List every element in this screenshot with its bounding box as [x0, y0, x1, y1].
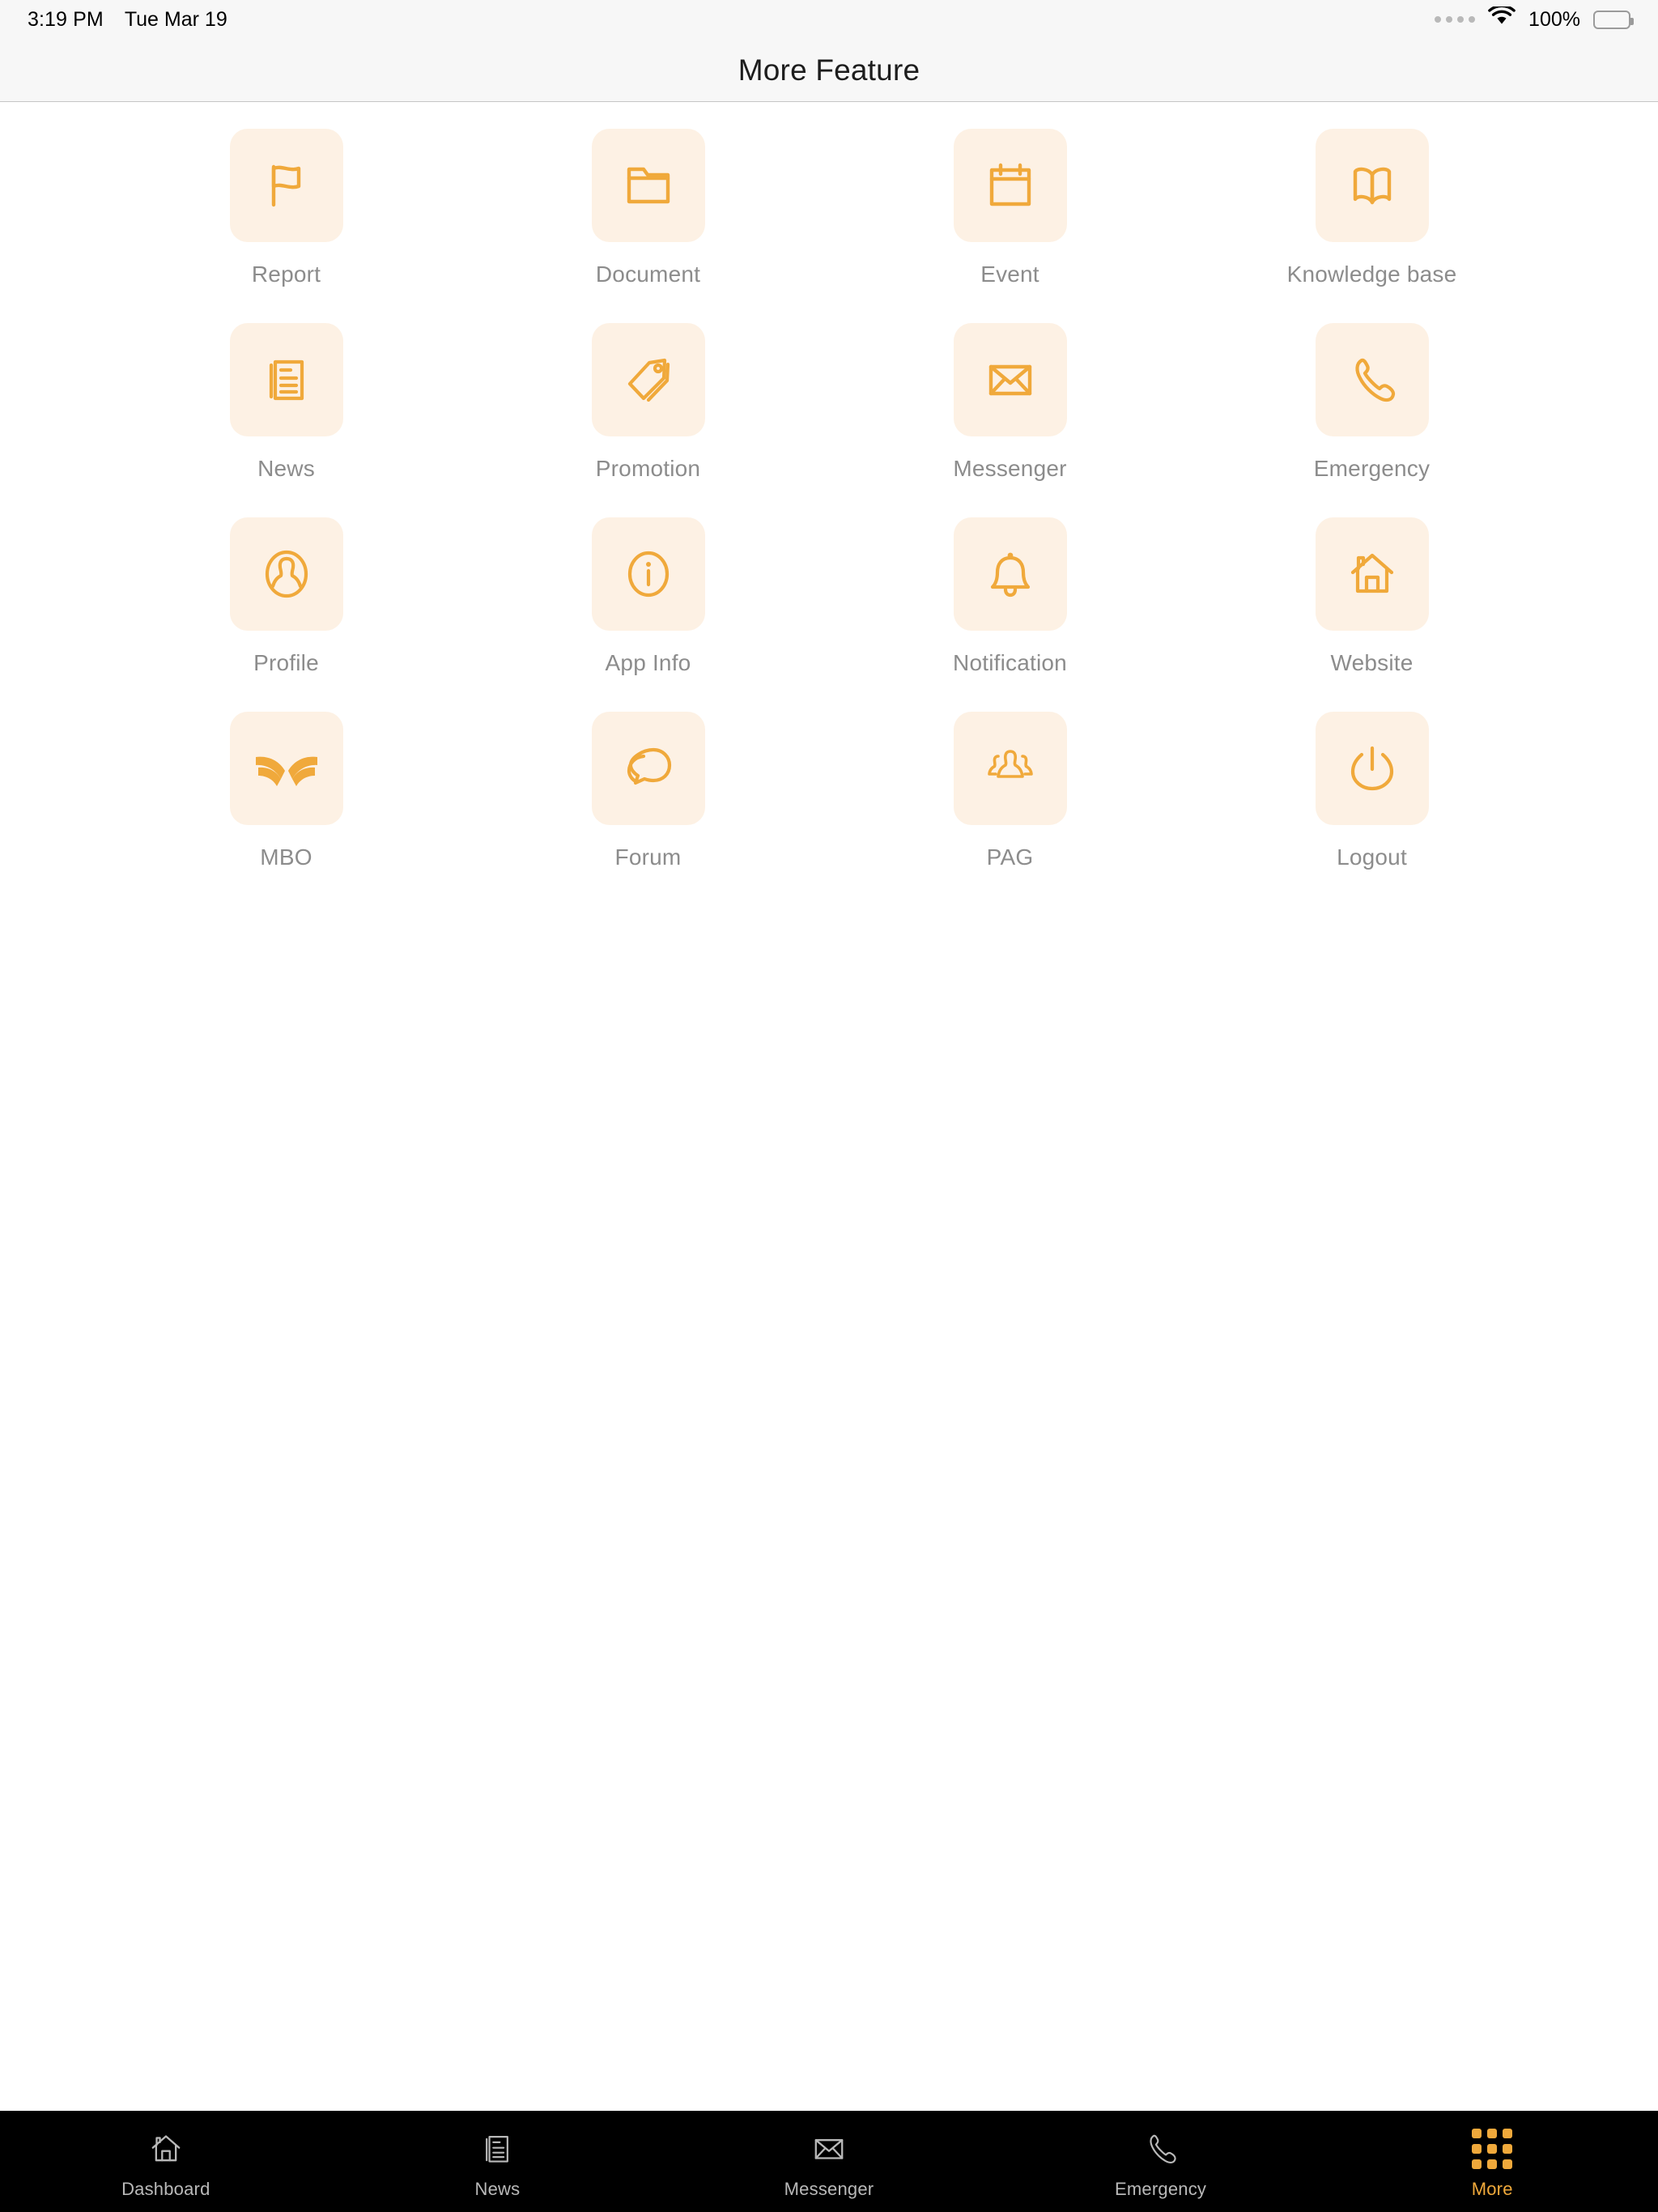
feature-label: MBO [260, 844, 312, 870]
status-bar-time: 3:19 PM [28, 7, 104, 31]
feature-label: App Info [605, 650, 691, 675]
feature-item-document[interactable]: Document [467, 129, 829, 323]
tab-label: Emergency [1115, 2178, 1207, 2199]
feature-label: Website [1330, 650, 1414, 675]
house-icon [1315, 517, 1429, 631]
tab-messenger[interactable]: Messenger [663, 2111, 995, 2212]
feature-label: Notification [953, 650, 1067, 675]
tab-label: Messenger [784, 2178, 874, 2199]
newspaper-icon [477, 2129, 517, 2169]
feature-item-pag[interactable]: PAG [829, 712, 1191, 906]
group-people-icon [953, 712, 1067, 825]
newspaper-icon [229, 323, 343, 436]
feature-item-knowledge-base[interactable]: Knowledge base [1191, 129, 1553, 323]
open-book-icon [1315, 129, 1429, 242]
status-bar-left: 3:19 PM Tue Mar 19 [28, 8, 227, 32]
tab-label: More [1471, 2178, 1513, 2199]
feature-item-event[interactable]: Event [829, 129, 1191, 323]
mbo-wings-logo-icon [229, 712, 343, 825]
battery-full-icon [1593, 10, 1634, 29]
tab-more[interactable]: More [1326, 2111, 1658, 2212]
feature-item-forum[interactable]: Forum [467, 712, 829, 906]
feature-item-messenger[interactable]: Messenger [829, 323, 1191, 517]
grid-dots-icon [1472, 2128, 1513, 2169]
feature-item-profile[interactable]: Profile [105, 517, 467, 712]
navigation-bar: More Feature [0, 39, 1658, 102]
feature-grid: Report Document Event Knowledge base New… [0, 103, 1658, 906]
feature-item-notification[interactable]: Notification [829, 517, 1191, 712]
feature-label: Event [980, 262, 1039, 287]
bell-icon [953, 517, 1067, 631]
feature-label: Messenger [953, 456, 1067, 481]
feature-label: Document [595, 262, 701, 287]
tab-emergency[interactable]: Emergency [995, 2111, 1327, 2212]
battery-percent-label: 100% [1528, 7, 1580, 31]
feature-item-emergency[interactable]: Emergency [1191, 323, 1553, 517]
phone-icon [1141, 2129, 1181, 2169]
envelope-icon [953, 323, 1067, 436]
person-oval-icon [229, 517, 343, 631]
info-icon [591, 517, 705, 631]
tab-label: Dashboard [121, 2178, 210, 2199]
feature-label: Emergency [1313, 456, 1431, 481]
status-bar-right: 100% [1435, 4, 1634, 32]
activity-dots-icon [1435, 16, 1476, 23]
wifi-icon [1488, 4, 1516, 32]
feature-label: Knowledge base [1286, 262, 1457, 287]
status-bar-date: Tue Mar 19 [124, 7, 227, 31]
feature-item-website[interactable]: Website [1191, 517, 1553, 712]
feature-item-app-info[interactable]: App Info [467, 517, 829, 712]
calendar-icon [953, 129, 1067, 242]
power-icon [1315, 712, 1429, 825]
tab-news[interactable]: News [332, 2111, 664, 2212]
folder-icon [591, 129, 705, 242]
page-title: More Feature [738, 53, 920, 87]
feature-label: Forum [614, 844, 682, 870]
phone-icon [1315, 323, 1429, 436]
app-root: 3:19 PM Tue Mar 19 100% More Feature Rep… [0, 0, 1658, 2212]
feature-item-report[interactable]: Report [105, 129, 467, 323]
feature-label: Profile [253, 650, 319, 675]
status-bar: 3:19 PM Tue Mar 19 100% [0, 0, 1658, 39]
feature-label: News [257, 456, 315, 481]
tab-label: News [474, 2178, 521, 2199]
envelope-icon [809, 2129, 849, 2169]
tab-dashboard[interactable]: Dashboard [0, 2111, 332, 2212]
feature-label: Promotion [595, 456, 701, 481]
tab-bar: Dashboard News Messenger Emergency More [0, 2111, 1658, 2212]
feature-item-promotion[interactable]: Promotion [467, 323, 829, 517]
house-icon [146, 2129, 186, 2169]
feature-item-logout[interactable]: Logout [1191, 712, 1553, 906]
feature-label: PAG [986, 844, 1034, 870]
flag-icon [229, 129, 343, 242]
price-tag-icon [591, 323, 705, 436]
feature-item-mbo[interactable]: MBO [105, 712, 467, 906]
feature-item-news[interactable]: News [105, 323, 467, 517]
feature-label: Report [251, 262, 321, 287]
speech-bubbles-icon [591, 712, 705, 825]
feature-label: Logout [1337, 844, 1407, 870]
